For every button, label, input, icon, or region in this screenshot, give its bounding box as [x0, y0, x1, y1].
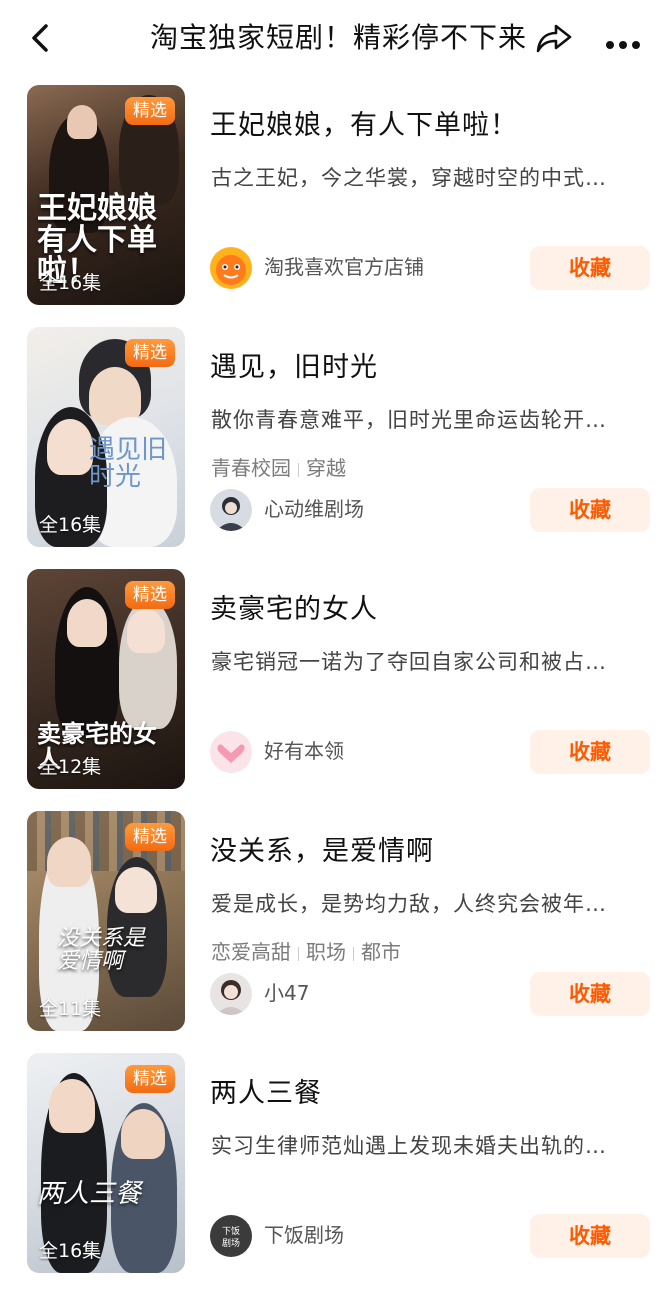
- chevron-left-icon[interactable]: [22, 18, 62, 58]
- drama-poster[interactable]: 卖豪宅的女人 精选 全12集: [27, 569, 185, 789]
- drama-description: 实习生律师范灿遇上发现未婚夫出轨的…: [211, 1134, 607, 1158]
- drama-description: 爱是成长，是势均力敌，人终究会被年…: [211, 892, 607, 916]
- tag-list: 青春校园 穿越: [211, 452, 346, 481]
- drama-description: 豪宅销冠一诺为了夺回自家公司和被占…: [211, 650, 607, 674]
- featured-badge: 精选: [125, 97, 175, 125]
- shop-name[interactable]: 下饭剧场: [264, 1219, 344, 1248]
- drama-card[interactable]: 王妃娘娘有人下单啦！ 精选 全16集 王妃娘娘，有人下单啦！ 古之王妃，今之华裳…: [0, 85, 671, 325]
- tag-divider: [298, 462, 299, 477]
- drama-card[interactable]: 卖豪宅的女人 精选 全12集 卖豪宅的女人 豪宅销冠一诺为了夺回自家公司和被占……: [0, 569, 671, 809]
- tag[interactable]: 恋爱高甜: [211, 940, 291, 964]
- shop-avatar[interactable]: [210, 247, 252, 289]
- shop-avatar[interactable]: [210, 973, 252, 1015]
- episode-count: 全16集: [39, 514, 102, 536]
- drama-description: 散你青春意难平，旧时光里命运齿轮开…: [211, 408, 607, 432]
- favorite-button[interactable]: 收藏: [530, 972, 650, 1016]
- featured-badge: 精选: [125, 823, 175, 851]
- drama-title[interactable]: 王妃娘娘，有人下单啦！: [210, 103, 518, 142]
- page-title: 淘宝独家短剧！精彩停不下来: [150, 21, 528, 54]
- drama-card[interactable]: 没关系是爱情啊 精选 全11集 没关系，是爱情啊 爱是成长，是势均力敌，人终究会…: [0, 811, 671, 1051]
- tag[interactable]: 青春校园: [211, 456, 291, 480]
- favorite-button[interactable]: 收藏: [530, 488, 650, 532]
- episode-count: 全16集: [39, 272, 102, 294]
- drama-poster[interactable]: 两人三餐 精选 全16集: [27, 1053, 185, 1273]
- featured-badge: 精选: [125, 1065, 175, 1093]
- shop-name[interactable]: 淘我喜欢官方店铺: [264, 251, 424, 280]
- shop-avatar[interactable]: 下饭 剧场: [210, 1215, 252, 1257]
- drama-description: 古之王妃，今之华裳，穿越时空的中式…: [211, 166, 607, 190]
- shop-avatar[interactable]: [210, 731, 252, 773]
- drama-title[interactable]: 没关系，是爱情啊: [210, 829, 434, 868]
- favorite-button[interactable]: 收藏: [530, 246, 650, 290]
- drama-title[interactable]: 两人三餐: [210, 1071, 322, 1110]
- episode-count: 全16集: [39, 1240, 102, 1262]
- svg-text:剧场: 剧场: [222, 1238, 240, 1249]
- drama-poster[interactable]: 王妃娘娘有人下单啦！ 精选 全16集: [27, 85, 185, 305]
- drama-card[interactable]: 两人三餐 精选 全16集 两人三餐 实习生律师范灿遇上发现未婚夫出轨的… 下饭 …: [0, 1053, 671, 1293]
- top-nav-bar: 淘宝独家短剧！精彩停不下来: [0, 0, 671, 78]
- tag-list: 恋爱高甜 职场 都市: [211, 936, 401, 965]
- episode-count: 全12集: [39, 756, 102, 778]
- shop-name[interactable]: 心动维剧场: [264, 493, 364, 522]
- more-dots-icon[interactable]: [606, 34, 646, 49]
- episode-count: 全11集: [39, 998, 102, 1020]
- favorite-button[interactable]: 收藏: [530, 1214, 650, 1258]
- tag[interactable]: 职场: [306, 940, 346, 964]
- drama-card[interactable]: 遇见旧时光 精选 全16集 遇见，旧时光 散你青春意难平，旧时光里命运齿轮开… …: [0, 327, 671, 567]
- tag[interactable]: 都市: [361, 940, 401, 964]
- featured-badge: 精选: [125, 581, 175, 609]
- shop-name[interactable]: 小47: [264, 977, 309, 1006]
- tag-divider: [298, 946, 299, 961]
- drama-poster[interactable]: 没关系是爱情啊 精选 全11集: [27, 811, 185, 1031]
- drama-title[interactable]: 卖豪宅的女人: [210, 587, 378, 626]
- drama-title[interactable]: 遇见，旧时光: [210, 345, 378, 384]
- tag[interactable]: 穿越: [306, 456, 346, 480]
- favorite-button[interactable]: 收藏: [530, 730, 650, 774]
- share-icon[interactable]: [534, 20, 574, 56]
- poster-title: 遇见旧时光: [89, 435, 168, 493]
- poster-title: 两人三餐: [37, 1179, 142, 1209]
- shop-avatar[interactable]: [210, 489, 252, 531]
- poster-title: 没关系是爱情啊: [57, 926, 146, 975]
- tag-divider: [353, 946, 354, 961]
- svg-text:下饭: 下饭: [222, 1225, 240, 1237]
- drama-poster[interactable]: 遇见旧时光 精选 全16集: [27, 327, 185, 547]
- featured-badge: 精选: [125, 339, 175, 367]
- shop-name[interactable]: 好有本领: [264, 735, 344, 764]
